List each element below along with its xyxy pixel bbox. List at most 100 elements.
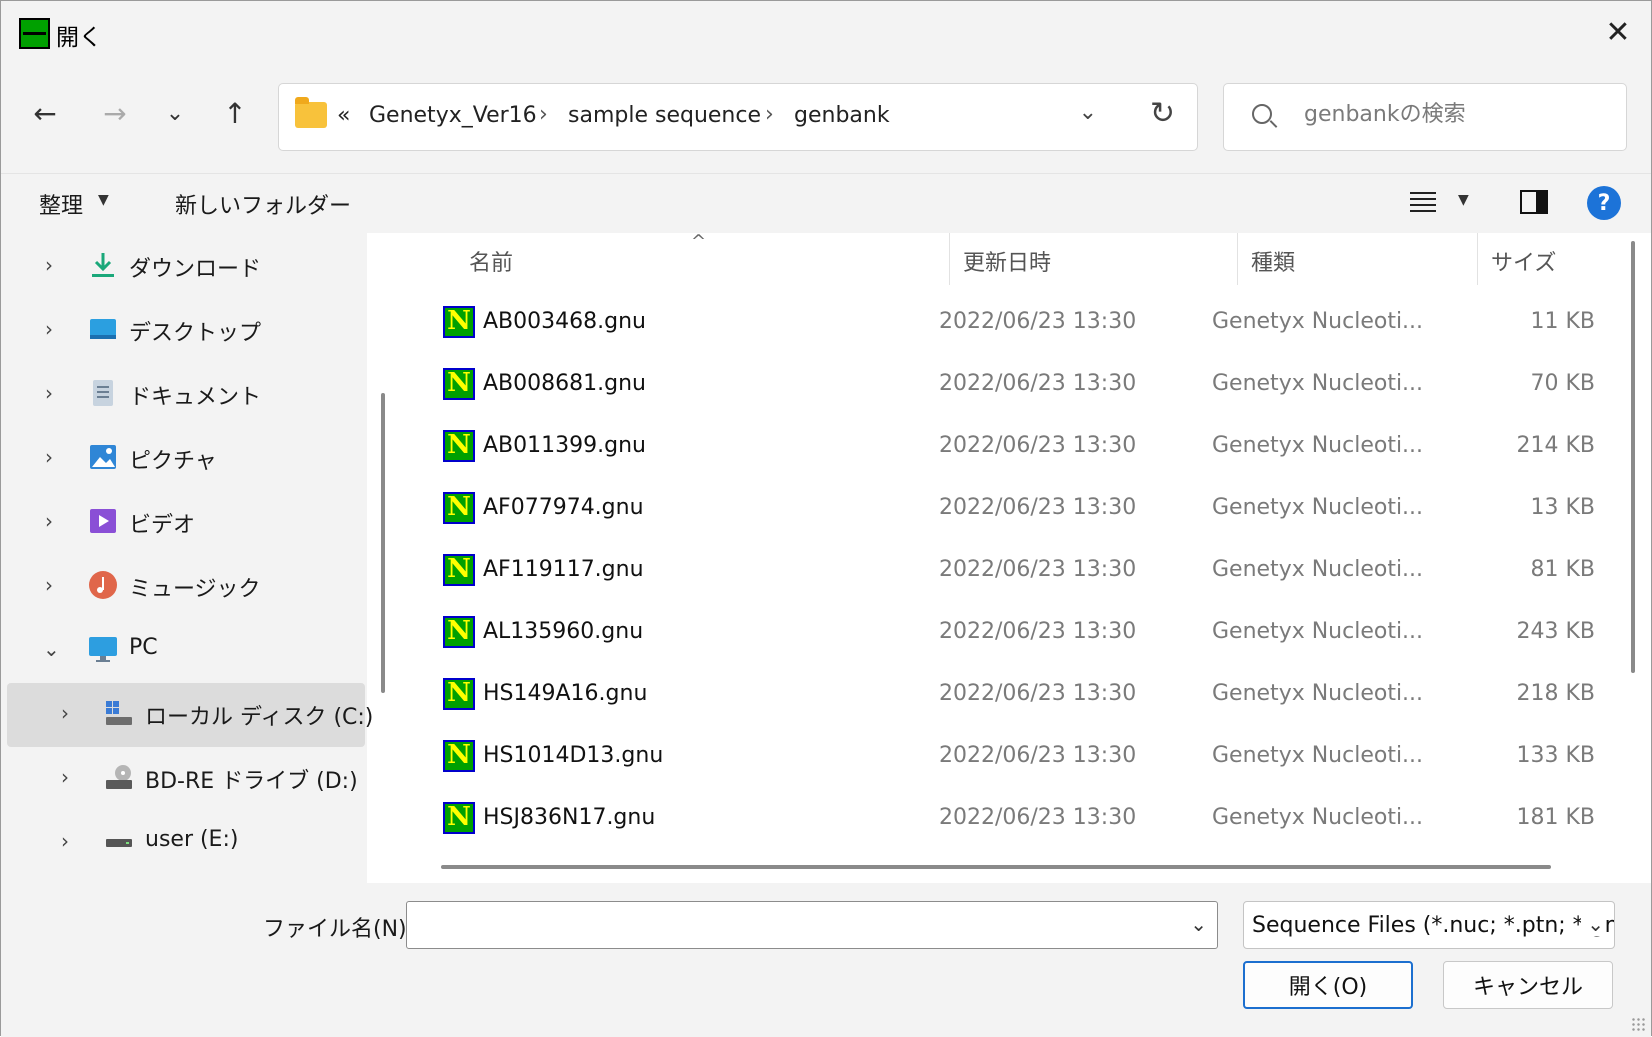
table-row[interactable]: N AB008681.gnu 2022/06/23 13:30 Genetyx … (435, 357, 1613, 419)
resize-grip-icon[interactable] (1631, 1017, 1645, 1031)
breadcrumb-overflow[interactable]: « (337, 103, 350, 128)
sidebar-item-local-disk-c[interactable]: › ローカル ディスク (C:) (7, 683, 373, 747)
open-file-dialog: 開く ✕ ← → ⌄ ↑ « Genetyx_Ver16 › sample se… (0, 0, 1652, 1037)
nucleotide-file-icon: N (443, 616, 475, 648)
drive-icon (106, 839, 132, 847)
table-row[interactable]: N AF077974.gnu 2022/06/23 13:30 Genetyx … (435, 481, 1613, 543)
organize-button[interactable]: 整理 (39, 188, 83, 220)
file-size: 214 KB (1516, 433, 1595, 458)
chevron-right-icon[interactable]: › (61, 765, 69, 789)
help-icon[interactable]: ? (1587, 186, 1621, 220)
column-header-name[interactable]: 名前 (469, 245, 513, 277)
column-divider[interactable] (1237, 233, 1238, 285)
sidebar-item-pictures[interactable]: › ピクチャ (7, 427, 365, 491)
chevron-right-icon[interactable]: › (45, 573, 53, 597)
close-button[interactable]: ✕ (1585, 1, 1651, 63)
sidebar-item-downloads[interactable]: › ダウンロード (7, 235, 365, 299)
file-size: 218 KB (1516, 681, 1595, 706)
sidebar-item-pc[interactable]: ⌄ PC (7, 619, 365, 683)
table-row[interactable]: N HS1014D13.gnu 2022/06/23 13:30 Genetyx… (435, 729, 1613, 791)
column-divider[interactable] (1477, 233, 1478, 285)
address-dropdown-icon[interactable]: ⌄ (1079, 100, 1097, 125)
breadcrumb-separator[interactable]: › (539, 102, 548, 127)
chevron-right-icon[interactable]: › (45, 253, 53, 277)
chevron-right-icon[interactable]: › (45, 381, 53, 405)
sidebar-item-videos[interactable]: › ビデオ (7, 491, 365, 555)
new-folder-button[interactable]: 新しいフォルダー (175, 188, 351, 220)
breadcrumb-separator[interactable]: › (765, 102, 774, 127)
search-icon (1252, 104, 1272, 124)
chevron-right-icon[interactable]: › (45, 445, 53, 469)
breadcrumb-genetyx[interactable]: Genetyx_Ver16 (369, 103, 537, 128)
view-options-caret-icon[interactable]: ▼ (1458, 192, 1469, 208)
chevron-right-icon[interactable]: › (45, 509, 53, 533)
filetype-select[interactable]: Sequence Files (*.nuc; *.ptn; *.gnu) ⌄ (1243, 901, 1615, 949)
table-row[interactable]: N AL135960.gnu 2022/06/23 13:30 Genetyx … (435, 605, 1613, 667)
table-row[interactable]: N AB011399.gnu 2022/06/23 13:30 Genetyx … (435, 419, 1613, 481)
recent-locations-button[interactable]: ⌄ (153, 91, 197, 135)
table-row[interactable]: N HSJ836N17.gnu 2022/06/23 13:30 Genetyx… (435, 791, 1613, 853)
breadcrumb-genbank[interactable]: genbank (794, 103, 890, 128)
title-bar: 開く ✕ (1, 1, 1651, 63)
chevron-right-icon[interactable]: › (45, 317, 53, 341)
open-button[interactable]: 開く(O) (1243, 961, 1413, 1009)
table-row[interactable]: N AB003468.gnu 2022/06/23 13:30 Genetyx … (435, 295, 1613, 357)
file-name: AB003468.gnu (483, 309, 646, 334)
file-size: 13 KB (1530, 495, 1595, 520)
chevron-right-icon[interactable]: › (61, 701, 69, 725)
file-type: Genetyx Nucleoti... (1212, 743, 1424, 768)
file-modified: 2022/06/23 13:30 (939, 309, 1137, 334)
file-name: AF119117.gnu (483, 557, 644, 582)
sidebar-item-label: ミュージック (129, 577, 261, 602)
forward-button[interactable]: → (93, 91, 137, 135)
filename-input[interactable] (415, 910, 1165, 940)
search-input[interactable] (1304, 102, 1604, 127)
column-divider[interactable] (949, 233, 950, 285)
file-type: Genetyx Nucleoti... (1212, 619, 1424, 644)
filename-combobox[interactable]: ⌄ (406, 901, 1218, 949)
caret-down-icon: ▼ (98, 192, 109, 208)
table-row[interactable]: N AF119117.gnu 2022/06/23 13:30 Genetyx … (435, 543, 1613, 605)
pictures-icon (90, 445, 116, 469)
chevron-down-icon[interactable]: ⌄ (43, 637, 60, 661)
address-bar[interactable]: « Genetyx_Ver16 › sample sequence › genb… (278, 83, 1198, 151)
navigation-pane: › ダウンロード › デスクトップ › ドキュメント › ピクチャ › ビデオ … (1, 233, 373, 883)
sidebar-item-label: デスクトップ (129, 321, 262, 346)
file-type: Genetyx Nucleoti... (1212, 805, 1424, 830)
preview-pane-icon[interactable] (1520, 190, 1548, 214)
nucleotide-file-icon: N (443, 306, 475, 338)
cancel-button[interactable]: キャンセル (1443, 961, 1613, 1009)
horizontal-scrollbar[interactable] (441, 865, 1551, 869)
sidebar-item-bd-re-drive-d[interactable]: › BD-RE ドライブ (D:) (7, 747, 365, 811)
navigation-pane-scrollbar[interactable] (381, 393, 385, 693)
app-icon (19, 18, 50, 49)
sidebar-item-music[interactable]: › ミュージック (7, 555, 365, 619)
refresh-icon[interactable]: ↻ (1150, 96, 1175, 131)
sidebar-item-label: ビデオ (129, 513, 196, 538)
file-modified: 2022/06/23 13:30 (939, 557, 1137, 582)
file-size: 181 KB (1516, 805, 1595, 830)
chevron-down-icon[interactable]: ⌄ (1581, 912, 1604, 936)
pc-icon (89, 637, 117, 662)
column-header-size[interactable]: サイズ (1491, 245, 1556, 277)
sidebar-item-documents[interactable]: › ドキュメント (7, 363, 365, 427)
column-header-modified[interactable]: 更新日時 (963, 245, 1051, 277)
sidebar-item-label: BD-RE ドライブ (D:) (145, 769, 358, 794)
search-box[interactable] (1223, 83, 1627, 151)
window-title: 開く (56, 25, 102, 51)
breadcrumb-sample-sequence[interactable]: sample sequence (568, 103, 761, 128)
content-area: › ダウンロード › デスクトップ › ドキュメント › ピクチャ › ビデオ … (1, 231, 1651, 883)
file-name: AF077974.gnu (483, 495, 644, 520)
table-row[interactable]: N HS149A16.gnu 2022/06/23 13:30 Genetyx … (435, 667, 1613, 729)
nucleotide-file-icon: N (443, 368, 475, 400)
back-button[interactable]: ← (23, 91, 67, 135)
column-header-type[interactable]: 種類 (1251, 245, 1295, 277)
sidebar-item-desktop[interactable]: › デスクトップ (7, 299, 365, 363)
vertical-scrollbar[interactable] (1631, 241, 1635, 673)
download-icon (92, 253, 114, 277)
up-button[interactable]: ↑ (213, 91, 257, 135)
chevron-down-icon[interactable]: ⌄ (1190, 912, 1207, 936)
view-list-icon[interactable] (1410, 192, 1436, 214)
chevron-right-icon[interactable]: › (61, 829, 69, 853)
sidebar-item-user-e[interactable]: › user (E:) (7, 811, 365, 875)
